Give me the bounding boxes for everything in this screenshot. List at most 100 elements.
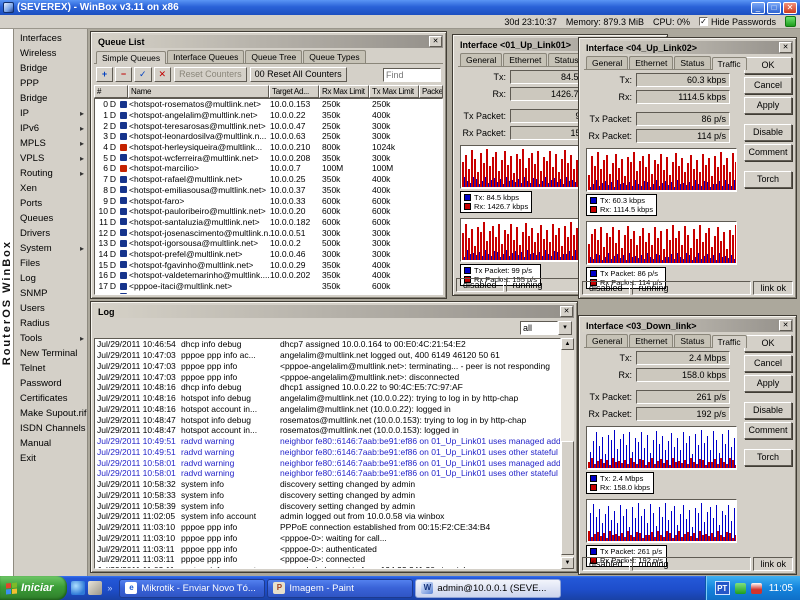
sidebar-item-system[interactable]: System▸ bbox=[14, 241, 87, 256]
close-button[interactable]: ✕ bbox=[783, 2, 797, 14]
window-titlebar[interactable]: (SEVEREX) - WinBox v3.11 on x86 _ □ ✕ bbox=[0, 0, 800, 15]
sidebar-item-routing[interactable]: Routing▸ bbox=[14, 166, 87, 181]
scrollbar-track[interactable] bbox=[561, 350, 574, 557]
tab-simple-queues[interactable]: Simple Queues bbox=[96, 51, 166, 64]
tab-ethernet[interactable]: Ethernet bbox=[629, 334, 673, 347]
quick-launch-icon-2[interactable] bbox=[88, 581, 102, 595]
close-icon[interactable]: ✕ bbox=[779, 42, 792, 53]
queue-list-titlebar[interactable]: Queue List ✕ bbox=[94, 35, 443, 48]
disable-icon[interactable]: ✕ bbox=[154, 67, 172, 82]
taskbar-clock[interactable]: 11:05 bbox=[769, 583, 793, 594]
log-row[interactable]: Jul/29/2011 11:03:10pppoe ppp info<pppoe… bbox=[95, 533, 560, 544]
close-icon[interactable]: ✕ bbox=[429, 36, 442, 47]
sidebar-item-tools[interactable]: Tools▸ bbox=[14, 331, 87, 346]
queue-row[interactable]: 16D<hotspot-valdetemarinho@multlink....1… bbox=[95, 270, 442, 281]
comment-button[interactable]: Comment bbox=[744, 422, 792, 439]
interface-titlebar[interactable]: Interface <03_Down_link>✕ bbox=[582, 319, 793, 332]
apply-button[interactable]: Apply bbox=[744, 375, 792, 392]
queue-row[interactable]: 11D<hotspot-santaluzia@multlink.net>10.0… bbox=[95, 217, 442, 228]
tab-status[interactable]: Status bbox=[674, 56, 710, 69]
tab-general[interactable]: General bbox=[460, 53, 502, 66]
log-row[interactable]: Jul/29/2011 10:48:16hotspot account in..… bbox=[95, 404, 560, 415]
sidebar-item-log[interactable]: Log bbox=[14, 271, 87, 286]
task-button-imagem-paint[interactable]: PImagem - Paint bbox=[267, 579, 413, 598]
sidebar-item-certificates[interactable]: Certificates bbox=[14, 391, 87, 406]
column-header-rx-max-limit[interactable]: Rx Max Limit bbox=[319, 85, 369, 98]
log-row[interactable]: Jul/29/2011 10:58:39system infodiscovery… bbox=[95, 500, 560, 511]
sidebar-item-ip[interactable]: IP▸ bbox=[14, 106, 87, 121]
tab-traffic[interactable]: Traffic bbox=[712, 335, 747, 348]
start-button[interactable]: Iniciar bbox=[0, 576, 67, 600]
minimize-button[interactable]: _ bbox=[751, 2, 765, 14]
disable-button[interactable]: Disable bbox=[744, 124, 792, 141]
log-row[interactable]: Jul/29/2011 10:49:51radvd warningneighbo… bbox=[95, 436, 560, 447]
chevron-down-icon[interactable]: ▾ bbox=[558, 321, 572, 335]
tab-general[interactable]: General bbox=[586, 56, 628, 69]
queue-row[interactable]: 9D<hotspot-faro>10.0.0.33600k600k bbox=[95, 195, 442, 206]
queue-row[interactable]: 12D<hotspot-josenascimento@multlink.n...… bbox=[95, 227, 442, 238]
log-row[interactable]: Jul/29/2011 10:48:47hotspot info debugro… bbox=[95, 414, 560, 425]
tab-interface-queues[interactable]: Interface Queues bbox=[167, 50, 244, 63]
log-row[interactable]: Jul/29/2011 10:58:01radvd warningneighbo… bbox=[95, 468, 560, 479]
tray-icon-2[interactable] bbox=[751, 583, 762, 594]
log-row[interactable]: Jul/29/2011 10:47:03pppoe ppp info<pppoe… bbox=[95, 371, 560, 382]
log-row[interactable]: Jul/29/2011 11:03:11system info accountu… bbox=[95, 565, 560, 569]
queue-row[interactable]: 15D<hotspot-fgavinho@multlink.net>10.0.0… bbox=[95, 259, 442, 270]
sidebar-item-ipv6[interactable]: IPv6▸ bbox=[14, 121, 87, 136]
queue-row[interactable]: 7D<hotspot-rafael@multlink.net>10.0.0.25… bbox=[95, 174, 442, 185]
log-filter-select[interactable]: all ▾ bbox=[520, 321, 572, 335]
tab-queue-types[interactable]: Queue Types bbox=[303, 50, 365, 63]
comment-button[interactable]: Comment bbox=[744, 144, 792, 161]
log-row[interactable]: Jul/29/2011 10:48:16hotspot info debugan… bbox=[95, 393, 560, 404]
sidebar-item-mpls[interactable]: MPLS▸ bbox=[14, 136, 87, 151]
log-row[interactable]: Jul/29/2011 10:58:01radvd warningneighbo… bbox=[95, 457, 560, 468]
sidebar-item-telnet[interactable]: Telnet bbox=[14, 361, 87, 376]
interface-titlebar[interactable]: Interface <04_Up_Link02>✕ bbox=[582, 41, 793, 54]
scroll-down-icon[interactable]: ▼ bbox=[561, 557, 574, 569]
column-header-num[interactable]: # bbox=[94, 85, 128, 98]
sidebar-item-bridge[interactable]: Bridge bbox=[14, 91, 87, 106]
log-row[interactable]: Jul/29/2011 10:47:03pppoe ppp info<pppoe… bbox=[95, 361, 560, 372]
close-icon[interactable]: ✕ bbox=[779, 320, 792, 331]
find-input[interactable] bbox=[383, 68, 441, 82]
reset-counters-button[interactable]: Reset Counters bbox=[174, 67, 247, 82]
language-indicator[interactable]: PT bbox=[715, 581, 730, 595]
sidebar-item-users[interactable]: Users bbox=[14, 301, 87, 316]
queue-row[interactable]: 8D<hotspot-emiliasousa@multlink.net>10.0… bbox=[95, 185, 442, 196]
queue-row[interactable]: 10D<hotspot-pauloribeiro@multlink.net>10… bbox=[95, 206, 442, 217]
queue-row[interactable]: 1D<hotspot-angelalim@multlink.net>10.0.0… bbox=[95, 110, 442, 121]
sidebar-item-vpls[interactable]: VPLS▸ bbox=[14, 151, 87, 166]
tab-general[interactable]: General bbox=[586, 334, 628, 347]
sidebar-item-drivers[interactable]: Drivers bbox=[14, 226, 87, 241]
remove-icon[interactable]: − bbox=[115, 67, 132, 82]
queue-row[interactable]: 17D<pppoe-itaci@multlink.net>350k600k bbox=[95, 281, 442, 292]
queue-row[interactable]: 2D<hotspot-teresarosas@multlink.net>10.0… bbox=[95, 120, 442, 131]
column-header-tx-max-limit[interactable]: Tx Max Limit bbox=[369, 85, 419, 98]
quick-launch-icon-1[interactable] bbox=[71, 581, 85, 595]
log-row[interactable]: Jul/29/2011 10:48:16dhcp info debugdhcp1… bbox=[95, 382, 560, 393]
log-row[interactable]: Jul/29/2011 10:46:54dhcp info debugdhcp7… bbox=[95, 339, 560, 350]
column-header-target-address[interactable]: Target Ad... bbox=[269, 85, 319, 98]
tab-queue-tree[interactable]: Queue Tree bbox=[245, 50, 302, 63]
close-icon[interactable]: ✕ bbox=[560, 306, 573, 317]
queue-row[interactable]: 0D<hotspot-rosematos@multlink.net>10.0.0… bbox=[95, 99, 442, 110]
cancel-button[interactable]: Cancel bbox=[744, 77, 792, 94]
sidebar-item-snmp[interactable]: SNMP bbox=[14, 286, 87, 301]
sidebar-item-interfaces[interactable]: Interfaces bbox=[14, 31, 87, 46]
tab-ethernet[interactable]: Ethernet bbox=[503, 53, 547, 66]
log-row[interactable]: Jul/29/2011 10:48:47hotspot account in..… bbox=[95, 425, 560, 436]
sidebar-item-password[interactable]: Password bbox=[14, 376, 87, 391]
queue-row[interactable]: 14D<hotspot-prefel@multlink.net>10.0.0.4… bbox=[95, 249, 442, 260]
sidebar-item-wireless[interactable]: Wireless bbox=[14, 46, 87, 61]
hide-passwords-checkbox[interactable]: ✓ bbox=[699, 17, 708, 26]
sidebar-item-queues[interactable]: Queues bbox=[14, 211, 87, 226]
task-button-mikrotik-enviar-novo-t[interactable]: eMikrotik - Enviar Novo Tó... bbox=[119, 579, 265, 598]
restore-button[interactable]: □ bbox=[767, 2, 781, 14]
scroll-up-icon[interactable]: ▲ bbox=[561, 338, 574, 350]
sidebar-item-ports[interactable]: Ports bbox=[14, 196, 87, 211]
log-titlebar[interactable]: Log ✕ bbox=[94, 305, 574, 318]
log-row[interactable]: Jul/29/2011 11:03:10pppoe ppp infoPPPoE … bbox=[95, 522, 560, 533]
tab-traffic[interactable]: Traffic bbox=[712, 57, 747, 70]
ok-button[interactable]: OK bbox=[744, 335, 792, 352]
sidebar-item-isdn-channels[interactable]: ISDN Channels bbox=[14, 421, 87, 436]
